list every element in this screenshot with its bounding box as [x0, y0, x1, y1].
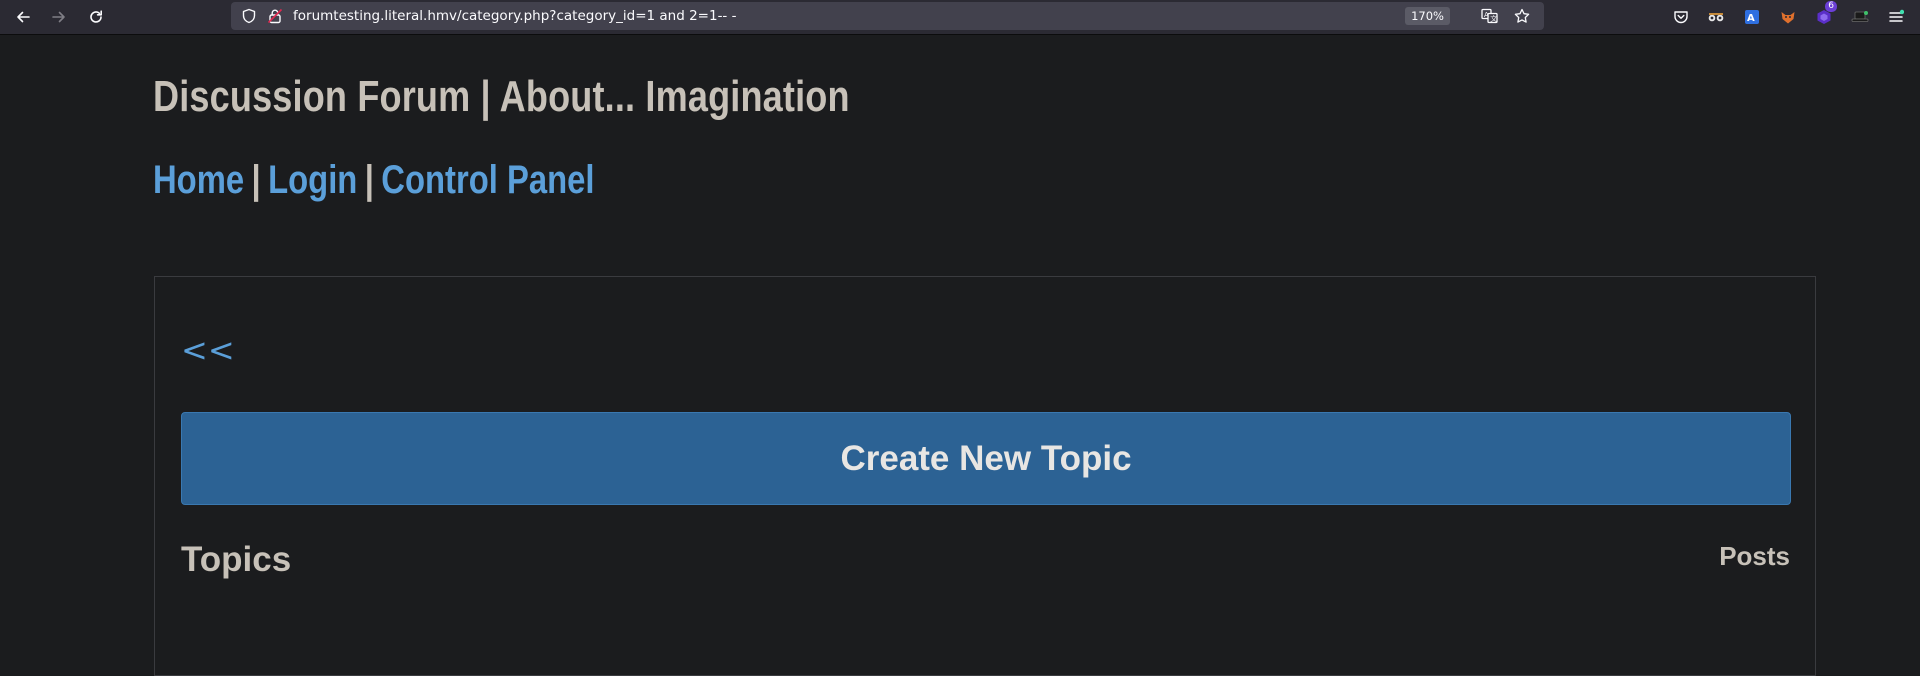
browser-toolbar: forumtesting.literal.hmv/category.php?ca… [0, 0, 1920, 35]
svg-text:文: 文 [1490, 14, 1497, 23]
extension-hat-icon[interactable] [1850, 7, 1870, 27]
nav-separator: | [251, 158, 261, 202]
extension-spy-icon[interactable] [1706, 7, 1726, 27]
extension-badge-icon[interactable]: 6 [1814, 1, 1837, 27]
category-panel: << Create New Topic Topics Posts [154, 276, 1816, 676]
lock-icon[interactable] [267, 8, 283, 24]
create-new-topic-button[interactable]: Create New Topic [181, 412, 1791, 505]
shield-icon[interactable] [241, 8, 257, 24]
arrow-right-icon [52, 11, 65, 23]
svg-text:A: A [1484, 11, 1489, 19]
reload-icon [90, 10, 102, 23]
url-text[interactable]: forumtesting.literal.hmv/category.php?ca… [293, 8, 736, 24]
nav-control-panel-link[interactable]: Control Panel [381, 158, 594, 202]
site-title: Discussion Forum | About... Imagination [153, 72, 850, 121]
posts-column-heading: Posts [1719, 541, 1790, 571]
translate-icon[interactable]: A 文 [1481, 8, 1498, 24]
zoom-level-badge[interactable]: 170% [1405, 7, 1450, 25]
url-bar[interactable]: forumtesting.literal.hmv/category.php?ca… [231, 2, 1544, 30]
extension-badge-count: 6 [1825, 1, 1837, 12]
nav-home-link[interactable]: Home [153, 158, 244, 202]
reload-button[interactable] [82, 4, 110, 30]
arrow-left-icon [17, 11, 30, 23]
topics-heading: Topics [181, 540, 292, 579]
forward-button[interactable] [45, 4, 73, 30]
svg-text:A: A [1747, 13, 1755, 24]
extension-translate-icon[interactable]: A [1742, 7, 1762, 27]
back-button[interactable] [9, 4, 37, 30]
nav-separator: | [364, 158, 374, 202]
pocket-icon[interactable] [1671, 7, 1691, 27]
hamburger-menu-icon[interactable] [1886, 7, 1906, 27]
main-nav: Home | Login | Control Panel [153, 158, 595, 203]
star-icon[interactable] [1514, 8, 1530, 24]
extension-fox-icon[interactable] [1778, 7, 1798, 27]
nav-login-link[interactable]: Login [268, 158, 357, 202]
back-link[interactable]: << [181, 332, 235, 368]
